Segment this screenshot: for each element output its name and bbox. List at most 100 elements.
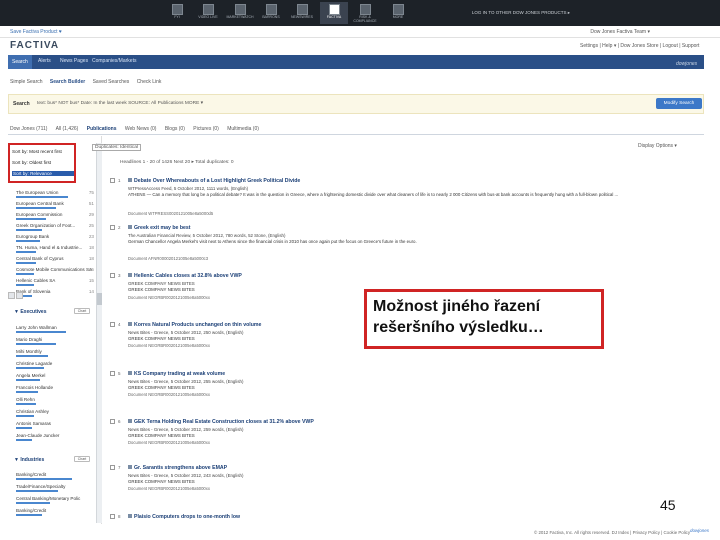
list-item[interactable]: Angela Merkel: [16, 373, 94, 381]
list-item[interactable]: Olli Rehn: [16, 397, 94, 405]
list-item[interactable]: Banking/Credit: [16, 472, 94, 480]
scrollbar-thumb[interactable]: [97, 293, 102, 305]
result-checkbox[interactable]: [110, 322, 115, 327]
list-item[interactable]: European Commission 29: [16, 212, 94, 220]
list-item[interactable]: The European Union 75: [16, 190, 94, 198]
tab-publications[interactable]: Publications: [87, 126, 117, 132]
prev-page-icon[interactable]: [16, 292, 23, 299]
product-video[interactable]: VIDEO LIVE: [194, 2, 222, 24]
result-document-id: Document NEGRBR0020121005e8a5000xx: [128, 295, 210, 300]
tab-news-pages[interactable]: News Pages: [60, 58, 88, 64]
tab-dow-jones[interactable]: Dow Jones (711): [10, 126, 47, 132]
search-query: text: bus* NOT bus* Date: In the last we…: [37, 101, 204, 106]
list-item[interactable]: Trade/Finance/Specialty: [16, 484, 94, 492]
sort-dropdown[interactable]: Sort by: Most recent first Sort by: Olde…: [8, 143, 76, 183]
list-item[interactable]: TN. Huma, Hand el & Industrie... 18: [16, 245, 94, 253]
duplicates-selector[interactable]: Duplicates: Identical: [92, 144, 141, 151]
tab-blogs[interactable]: Blogs (0): [165, 126, 185, 132]
header: FACTIVA Settings | Help ▾ | Dow Jones St…: [0, 38, 720, 54]
result-checkbox[interactable]: [110, 419, 115, 424]
result-headline-link[interactable]: Plaisio Computers drops to one-month low: [128, 514, 240, 520]
result-headline-link[interactable]: Gr. Sarantis strengthens above EMAP: [128, 465, 227, 471]
result-snippet: German Chancellor Angela Merkel's visit …: [128, 239, 417, 244]
result-snippet: GREEK COMPANY NEWS BITES: [128, 385, 195, 390]
product-risk-compliance[interactable]: RISK & COMPLIANCE: [351, 2, 379, 24]
list-item[interactable]: Central Banking/Monetary Polic: [16, 496, 94, 504]
product-fyi[interactable]: FYI: [163, 2, 191, 24]
user-links[interactable]: Settings | Help ▾ | Dow Jones Store | Lo…: [580, 43, 699, 49]
product-icon: [359, 4, 371, 15]
tab-all[interactable]: All (1,426): [56, 126, 79, 132]
product-marketwatch[interactable]: MARKETWATCH: [226, 2, 254, 24]
result-headline-link[interactable]: Korres Natural Products unchanged on thi…: [128, 322, 261, 328]
tab-pictures[interactable]: Pictures (0): [193, 126, 219, 132]
list-item[interactable]: Bank of Slovenia 14: [16, 289, 94, 297]
tab-companies-markets[interactable]: Companies/Markets: [92, 58, 136, 64]
subnav-saved-searches[interactable]: Saved Searches: [93, 79, 130, 85]
list-item[interactable]: Jean-Claude Juncker: [16, 433, 94, 441]
list-item[interactable]: Francois Hollande: [16, 385, 94, 393]
result-checkbox[interactable]: [110, 371, 115, 376]
product-barrons[interactable]: BARRONS: [257, 2, 285, 24]
subnav-check-link[interactable]: Check Link: [137, 79, 162, 85]
sort-option-oldest[interactable]: Sort by: Oldest first: [12, 160, 51, 165]
list-item[interactable]: Cosmote Mobile Communications SA 15: [16, 267, 94, 275]
list-item[interactable]: Hellenic Cables SA 15: [16, 278, 94, 286]
industries-header[interactable]: ▼ Industries Chart: [14, 456, 90, 463]
result-headline-link[interactable]: Greek exit may be best: [128, 225, 191, 231]
list-item[interactable]: Christian Ashley: [16, 409, 94, 417]
list-item[interactable]: Antonis Samaras: [16, 421, 94, 429]
panel-pager: [8, 292, 24, 301]
factiva-logo[interactable]: FACTIVA: [10, 40, 59, 51]
product-more[interactable]: MORE: [384, 2, 412, 24]
chart-toggle[interactable]: Chart: [74, 308, 90, 314]
product-factiva[interactable]: FACTIVA: [320, 2, 348, 24]
list-item[interactable]: Christine Lagarde: [16, 361, 94, 369]
result-headline-link[interactable]: KS Company trading at weak volume: [128, 371, 225, 377]
annotation-callout: Možnost jiného řazení rešeršního výsledk…: [364, 289, 604, 349]
result-checkbox[interactable]: [110, 514, 115, 519]
left-panel-scrollbar[interactable]: [96, 143, 102, 523]
list-item[interactable]: Banking/Credit: [16, 508, 94, 516]
tab-web-news[interactable]: Web News (0): [125, 126, 157, 132]
list-item[interactable]: European Central Bank 51: [16, 201, 94, 209]
result-headline-link[interactable]: Hellenic Cables closes at 32.8% above VW…: [128, 273, 242, 279]
user-menu[interactable]: Dow Jones Factiva Team ▾: [590, 29, 650, 35]
headlines-info: Headlines 1 - 20 of 1426 Next 20 ▸ Total…: [120, 160, 234, 165]
product-icon: [234, 4, 246, 15]
sort-option-most-recent[interactable]: Sort by: Most recent first: [12, 149, 62, 154]
list-item[interactable]: Greek Organization of Foot... 25: [16, 223, 94, 231]
list-item[interactable]: Mihi Monthly: [16, 349, 94, 357]
product-icon: [296, 4, 308, 15]
product-icon: [171, 4, 183, 15]
divider: [8, 134, 704, 135]
result-checkbox[interactable]: [110, 273, 115, 278]
result-checkbox[interactable]: [110, 465, 115, 470]
result-headline-link[interactable]: Debate Over Whereabouts of a Lost Highli…: [128, 178, 300, 184]
subnav-simple-search[interactable]: Simple Search: [10, 79, 43, 85]
result-headline-link[interactable]: GEK Terna Holding Real Estate Constructi…: [128, 419, 314, 425]
list-item[interactable]: Central Bank of Cyprus 18: [16, 256, 94, 264]
list-item[interactable]: Mario Draghi: [16, 337, 94, 345]
location-link[interactable]: Save Factiva Product ♥: [10, 29, 62, 35]
modify-search-button[interactable]: Modify Search: [656, 98, 702, 109]
result-checkbox[interactable]: [110, 178, 115, 183]
list-item[interactable]: Eurogroup Bank 23: [16, 234, 94, 242]
tab-search[interactable]: Search: [8, 55, 32, 69]
product-icon: [202, 4, 214, 15]
product-newswires[interactable]: NEWSWIRES: [288, 2, 316, 24]
tab-alerts[interactable]: Alerts: [38, 58, 51, 64]
display-options-button[interactable]: Display Options ▾: [638, 143, 677, 149]
tab-multimedia[interactable]: Multimedia (0): [227, 126, 259, 132]
chart-toggle[interactable]: Chart: [74, 456, 90, 462]
first-page-icon[interactable]: [8, 292, 15, 299]
executives-header[interactable]: ▼ Executives Chart: [14, 308, 90, 315]
subnav-search-builder[interactable]: Search Builder: [50, 79, 85, 85]
result-checkbox[interactable]: [110, 225, 115, 230]
main-nav: Search Alerts News Pages Companies/Marke…: [8, 55, 704, 69]
dowjones-watermark-logo: dowjones: [676, 61, 698, 67]
callout-line-2: rešeršního výsledku…: [373, 319, 544, 336]
list-item[interactable]: Larry John Wallman: [16, 325, 94, 333]
sort-option-relevance[interactable]: Sort by: Relevance: [12, 171, 74, 176]
login-other-products-link[interactable]: LOG IN TO OTHER DOW JONES PRODUCTS ▸: [472, 10, 570, 16]
